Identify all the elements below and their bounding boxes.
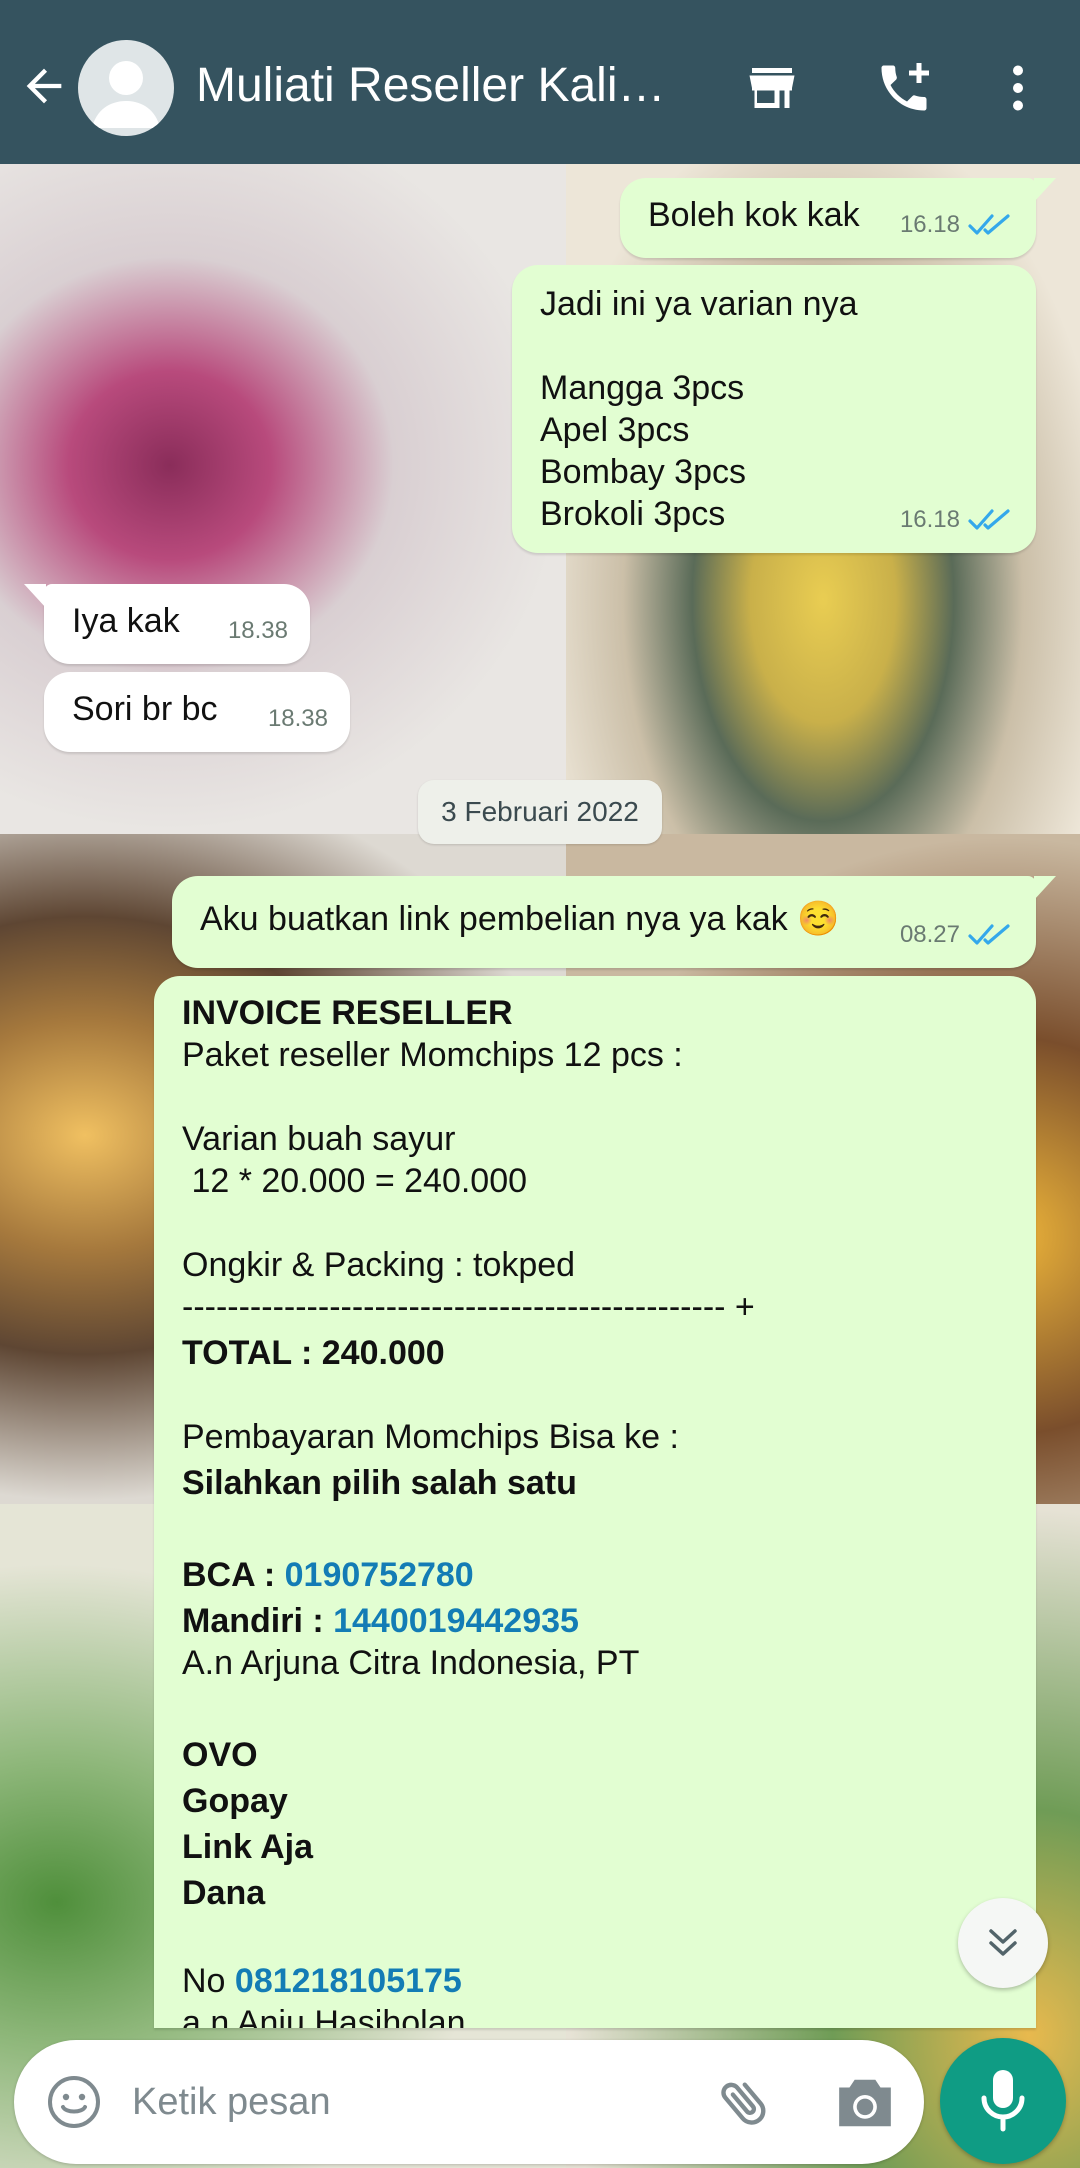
message-time: 18.38 (227, 617, 288, 644)
bubble-tail (24, 584, 46, 608)
scroll-to-bottom-button[interactable] (958, 1898, 1048, 1988)
message-text: Boleh kok kak (648, 196, 860, 234)
bank-label: Mandiri : (182, 1602, 334, 1640)
invoice-line: a.n Anju Hasiholan (182, 2004, 466, 2028)
message-time: 16.18 (899, 506, 960, 533)
message-bubble-outgoing[interactable]: Aku buatkan link pembelian nya ya kak ☺️… (172, 876, 1036, 968)
message-bubble-incoming[interactable]: Sori br bc 18.38 (44, 672, 350, 752)
bank-bca-row: BCA : 0190752780 (182, 1554, 1008, 1596)
message-meta: 16.18 (900, 204, 1014, 246)
camera-icon[interactable] (834, 2074, 896, 2132)
avatar-icon (92, 61, 160, 128)
invoice-line: 12 * 20.000 = 240.000 (182, 1162, 528, 1200)
wallet-item: Link Aja (182, 1828, 313, 1866)
voice-record-button[interactable] (940, 2038, 1066, 2164)
message-input[interactable] (132, 2040, 692, 2164)
message-time: 18.38 (267, 705, 328, 732)
invoice-line: Pembayaran Momchips Bisa ke : (182, 1418, 679, 1456)
emoji-icon[interactable] (44, 2072, 104, 2132)
bubble-tail (1034, 876, 1056, 900)
invoice-title: INVOICE RESELLER (182, 994, 513, 1032)
phone-link[interactable]: 081218105175 (235, 1962, 462, 2000)
microphone-icon (981, 2070, 1025, 2132)
date-chip: 3 Februari 2022 (418, 780, 662, 844)
message-text: Aku buatkan link pembelian nya ya kak ☺️ (200, 900, 840, 938)
invoice-total: TOTAL : 240.000 (182, 1334, 445, 1372)
wallet-item: Gopay (182, 1782, 288, 1820)
read-ticks-icon (968, 509, 1010, 530)
wallet-item: OVO (182, 1736, 258, 1774)
double-chevron-down-icon (989, 1929, 1017, 1956)
more-vert-icon[interactable] (988, 58, 1048, 118)
message-meta: 16.18 (900, 499, 1014, 541)
invoice-line: Silahkan pilih salah satu (182, 1464, 577, 1502)
message-text: Iya kak (72, 602, 180, 640)
message-text: Sori br bc (72, 690, 218, 728)
store-icon[interactable] (742, 58, 802, 118)
read-ticks-icon (968, 214, 1010, 235)
bubble-tail (1034, 178, 1056, 202)
message-meta: 18.38 (228, 610, 288, 652)
contact-name[interactable]: Muliati Reseller Kali… (196, 58, 686, 113)
attach-icon[interactable] (714, 2072, 776, 2134)
wallet-item: Dana (182, 1874, 266, 1912)
invoice-separator: ----------------------------------------… (182, 1288, 755, 1326)
invoice-line: Varian buah sayur (182, 1120, 456, 1158)
chat-header: Muliati Reseller Kali… (0, 0, 1080, 164)
message-text: Jadi ini ya varian nya Mangga 3pcs Apel … (540, 285, 858, 533)
read-ticks-icon (968, 924, 1010, 945)
invoice-line: Ongkir & Packing : tokped (182, 1246, 576, 1284)
avatar[interactable] (78, 40, 174, 136)
phone-row: No 081218105175 (182, 1960, 1008, 2002)
message-bubble-outgoing[interactable]: Boleh kok kak 16.18 (620, 178, 1036, 258)
phone-label: No (182, 1962, 235, 2000)
message-bubble-outgoing[interactable]: Jadi ini ya varian nya Mangga 3pcs Apel … (512, 265, 1036, 553)
back-arrow-icon[interactable] (18, 60, 70, 112)
message-time: 08.27 (899, 921, 960, 948)
add-call-icon[interactable] (874, 58, 934, 118)
bank-label: BCA : (182, 1556, 285, 1594)
bca-account-link[interactable]: 0190752780 (285, 1556, 474, 1594)
message-composer (14, 2040, 924, 2164)
mandiri-account-link[interactable]: 1440019442935 (333, 1602, 579, 1640)
invoice-message[interactable]: INVOICE RESELLER Paket reseller Momchips… (154, 976, 1036, 2028)
bank-mandiri-row: Mandiri : 1440019442935 (182, 1600, 1008, 1642)
message-meta: 18.38 (268, 698, 328, 740)
message-meta: 08.27 (900, 914, 1014, 956)
message-bubble-incoming[interactable]: Iya kak 18.38 (44, 584, 310, 664)
invoice-line: Paket reseller Momchips 12 pcs : (182, 1036, 683, 1074)
message-time: 16.18 (899, 211, 960, 238)
invoice-line: A.n Arjuna Citra Indonesia, PT (182, 1644, 640, 1682)
